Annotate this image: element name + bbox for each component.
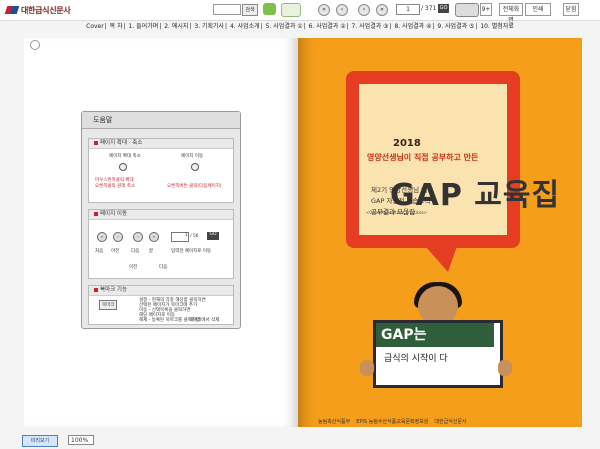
- cover-subtitle: 영양선생님이 직접 공부하고 만든: [367, 153, 479, 162]
- cover-desc-line: GAP 자발적 학습조직: [371, 197, 431, 205]
- help-move-label: 이전: [111, 249, 120, 254]
- print-button[interactable]: 인쇄: [525, 3, 551, 16]
- footer-org: 농림축산식품부: [318, 418, 351, 425]
- sign-top-text: GAP는: [376, 323, 494, 347]
- go-button[interactable]: GO: [438, 4, 449, 13]
- cover-year: 2018: [393, 138, 421, 149]
- right-hand: [498, 360, 512, 376]
- sign-bottom-text: 급식의 시작이 다: [384, 354, 448, 364]
- page-total: / 371: [421, 5, 437, 12]
- cover-desc-line: 제2기 영양선생님 대상: [371, 186, 434, 194]
- toc-item[interactable]: 목 차: [110, 23, 123, 30]
- help-page-input: 1: [171, 232, 189, 242]
- toc-item[interactable]: 5. 사업결과 ①: [266, 23, 303, 30]
- toc-item[interactable]: 3. 기획기사: [194, 23, 224, 30]
- first-icon: «: [97, 232, 107, 242]
- help-move-title: 페이지 이동: [89, 210, 233, 220]
- thumbnail-button[interactable]: 미리보기: [22, 435, 58, 447]
- cover-footer: 농림축산식품부 EPIS 농림수산식품교육문화정보원 대한급식신문사: [318, 415, 568, 427]
- help-zoom-section: 페이지 확대 · 축소 페이지 확대 축소 페이지 이동 마우스왼쪽클릭 확대 …: [88, 138, 234, 203]
- last-icon: »: [149, 232, 159, 242]
- zoom-select[interactable]: 100%: [68, 435, 94, 445]
- help-zoom-left-label: 페이지 확대 축소: [109, 154, 141, 159]
- help-bookmark-title: 북마크 기능: [89, 286, 233, 296]
- top-toolbar: 대한급식신문사 검색 « ‹ › » 1 / 371 GO 9+ 전체화면 인쇄…: [0, 0, 600, 24]
- help-move-label: 끝: [149, 249, 154, 254]
- help-bookmark-section: 북마크 기능 북마크 설정 - 현재의 각종 해당함 클릭하면 선택된 페이지가…: [88, 285, 234, 325]
- footer-org: 대한급식신문사: [434, 418, 467, 425]
- page-mode-select[interactable]: 9+: [480, 3, 492, 16]
- fullscreen-button[interactable]: 전체화면: [499, 3, 523, 24]
- help-zoom-right-note: 오른쪽버튼 클릭(다음페이지): [167, 184, 222, 189]
- toc-item[interactable]: 4. 사업소개: [230, 23, 260, 30]
- next-page-button[interactable]: ›: [358, 4, 370, 16]
- logo-mark-icon: [6, 5, 18, 15]
- toc-item[interactable]: 9. 사업결과 ⑤: [437, 23, 474, 30]
- close-button[interactable]: 닫힘: [563, 3, 579, 16]
- help-move-sublabel: 다음: [159, 265, 168, 270]
- toc-item[interactable]: 6. 사업결과 ②: [309, 23, 346, 30]
- mouse-icon: [119, 163, 127, 171]
- toc-item[interactable]: 2. 에시지: [164, 23, 188, 30]
- help-zoom-title: 페이지 확대 · 축소: [89, 139, 233, 149]
- help-zoom-right-label: 페이지 이동: [181, 154, 204, 159]
- help-move-label: 처음: [95, 249, 104, 254]
- toc-bar: Cover| 목 차| 1. 들어가며| 2. 에시지| 3. 기획기사| 4.…: [86, 23, 514, 30]
- help-bookmark-button: 북마크: [99, 300, 118, 310]
- prev-icon: ‹: [113, 232, 123, 242]
- mouse-icon: [191, 163, 199, 171]
- toc-item[interactable]: 7. 사업결과 ③: [352, 23, 389, 30]
- help-move-section: 페이지 이동 « ‹ › » 1 / 56 GO 처음 이전 다음 끝 입력한 …: [88, 209, 234, 279]
- search-input[interactable]: [213, 4, 241, 15]
- logo[interactable]: 대한급식신문사: [6, 4, 71, 16]
- next-icon: ›: [133, 232, 143, 242]
- search-button[interactable]: 검색: [242, 4, 258, 16]
- logo-text: 대한급식신문사: [21, 5, 71, 15]
- right-page-cover[interactable]: 2018 영양선생님이 직접 공부하고 만든 GAP 교육집 <Good Agr…: [298, 38, 582, 427]
- last-page-button[interactable]: »: [376, 4, 388, 16]
- help-move-sublabel: 이전: [129, 265, 138, 270]
- help-move-label: 입력한 페이지로 이동: [171, 249, 212, 254]
- help-go-icon: GO: [207, 232, 219, 240]
- help-panel: 도움말 페이지 확대 · 축소 페이지 확대 축소 페이지 이동 마우스왼쪽클릭…: [81, 111, 241, 329]
- footer-org: EPIS 농림수산식품교육문화정보원: [356, 418, 429, 425]
- first-page-button[interactable]: «: [318, 4, 330, 16]
- prev-page-button[interactable]: ‹: [336, 4, 348, 16]
- help-move-label: 다음: [131, 249, 140, 254]
- toc-item[interactable]: 10. 별첨자료: [480, 23, 514, 30]
- view-mode-icon[interactable]: [455, 3, 479, 17]
- bookmark-icon[interactable]: [263, 3, 276, 15]
- toc-item[interactable]: 1. 들어가며: [129, 23, 159, 30]
- cover-desc-line: 공부결과 모음집: [371, 208, 415, 216]
- gap-sign: GAP는 급식의 시작이 다: [373, 320, 503, 388]
- left-hand: [360, 360, 374, 376]
- help-title: 도움말: [82, 112, 240, 129]
- page-number-input[interactable]: 1: [396, 4, 420, 15]
- toc-item[interactable]: 8. 사업결과 ④: [394, 23, 431, 30]
- toc-item[interactable]: Cover: [86, 23, 104, 30]
- help-bookmark-line: 북마크에서 삭제: [189, 318, 220, 323]
- share-icon[interactable]: [281, 3, 301, 17]
- speech-bubble-tail: [418, 238, 460, 272]
- help-zoom-left-note: 마우스왼쪽클릭 확대 오른쪽클릭 원래 축소: [95, 178, 136, 189]
- page-corner-icon[interactable]: [30, 40, 40, 50]
- help-page-total: / 56: [190, 234, 199, 239]
